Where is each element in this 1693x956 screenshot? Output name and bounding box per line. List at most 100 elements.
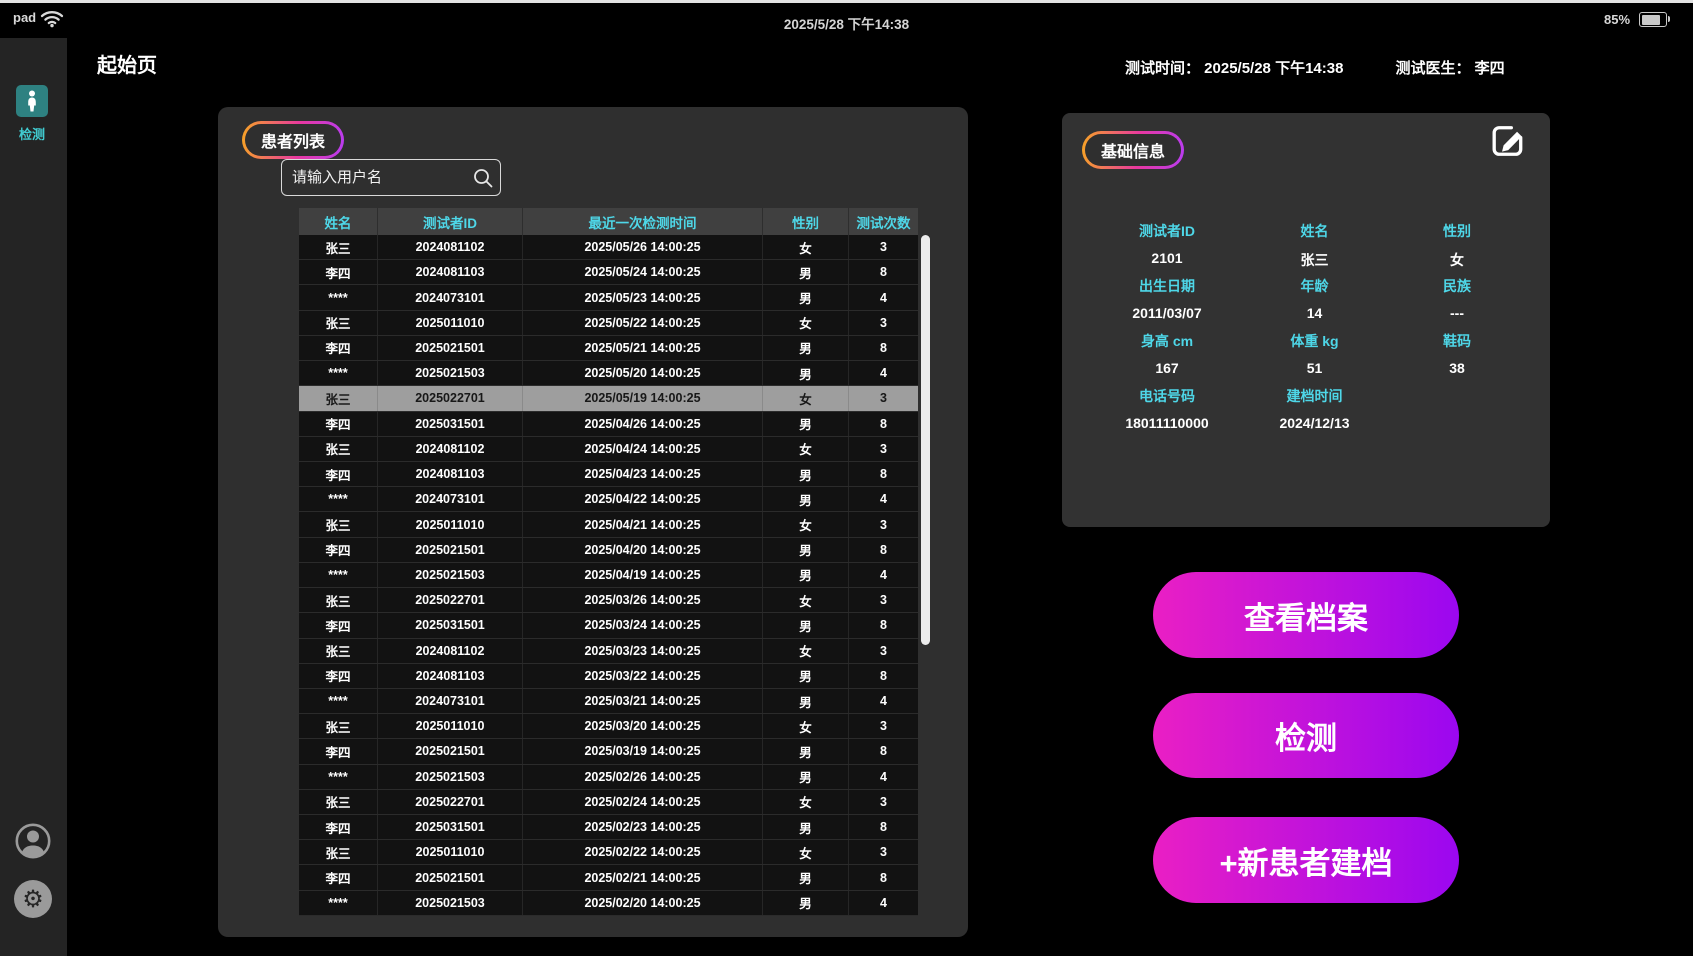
battery-icon xyxy=(1639,12,1667,27)
table-cell: 3 xyxy=(849,437,918,461)
table-cell: **** xyxy=(299,689,378,713)
table-row[interactable]: 李四20250215012025/02/21 14:00:25男8 xyxy=(299,865,918,890)
info-field-label: 姓名 xyxy=(1257,221,1372,241)
table-cell: 4 xyxy=(849,487,918,511)
search-input[interactable] xyxy=(281,159,501,196)
table-row[interactable]: 李四20250315012025/04/26 14:00:25男8 xyxy=(299,412,918,437)
table-row[interactable]: 张三20250110102025/05/22 14:00:25女3 xyxy=(299,311,918,336)
table-cell: 2025/05/20 14:00:25 xyxy=(523,361,763,385)
table-row[interactable]: ****20240731012025/05/23 14:00:25男4 xyxy=(299,285,918,310)
table-cell: 2025022701 xyxy=(378,790,523,814)
info-field-value: 167 xyxy=(1077,360,1257,376)
patient-table-header: 姓名测试者ID最近一次检测时间性别测试次数 xyxy=(299,208,918,235)
table-row[interactable]: 李四20250215012025/03/19 14:00:25男8 xyxy=(299,739,918,764)
table-row[interactable]: 张三20240811022025/05/26 14:00:25女3 xyxy=(299,235,918,260)
table-row[interactable]: 张三20250227012025/03/26 14:00:25女3 xyxy=(299,588,918,613)
table-row[interactable]: ****20250215032025/02/20 14:00:25男4 xyxy=(299,891,918,916)
table-row[interactable]: 张三20250227012025/05/19 14:00:25女3 xyxy=(299,386,918,411)
table-cell: **** xyxy=(299,361,378,385)
info-field-label: 性别 xyxy=(1387,221,1527,241)
table-cell: 3 xyxy=(849,311,918,335)
view-archive-button[interactable]: 查看档案 xyxy=(1153,572,1459,658)
info-row: 出生日期2011/03/07年龄14民族--- xyxy=(1062,276,1550,326)
table-cell: 2025/03/21 14:00:25 xyxy=(523,689,763,713)
info-row: 电话号码18011110000建档时间2024/12/13 xyxy=(1062,386,1550,436)
table-cell: 8 xyxy=(849,462,918,486)
table-cell: 2025021501 xyxy=(378,538,523,562)
table-cell: 张三 xyxy=(299,714,378,738)
table-cell: 3 xyxy=(849,639,918,663)
info-field-value: 38 xyxy=(1387,360,1527,376)
table-cell: 张三 xyxy=(299,311,378,335)
sidebar: 检测 ⚙ xyxy=(0,38,67,956)
info-field-value: 女 xyxy=(1387,250,1527,270)
table-cell: 李四 xyxy=(299,613,378,637)
table-cell: 男 xyxy=(763,462,849,486)
sidebar-item-detect[interactable] xyxy=(16,85,48,117)
info-field: 民族--- xyxy=(1387,276,1527,321)
info-row: 身高 cm167体重 kg51鞋码38 xyxy=(1062,331,1550,381)
table-cell: 2025/03/23 14:00:25 xyxy=(523,639,763,663)
table-cell: 张三 xyxy=(299,512,378,536)
table-scrollbar[interactable] xyxy=(921,235,930,645)
info-field: 出生日期2011/03/07 xyxy=(1077,276,1257,321)
table-cell: 2024081103 xyxy=(378,260,523,284)
search-icon[interactable] xyxy=(472,167,494,189)
edit-icon xyxy=(1487,120,1529,162)
table-row[interactable]: ****20240731012025/03/21 14:00:25男4 xyxy=(299,689,918,714)
table-row[interactable]: 李四20240811032025/05/24 14:00:25男8 xyxy=(299,260,918,285)
user-profile-button[interactable] xyxy=(14,822,52,860)
table-row[interactable]: 李四20250315012025/03/24 14:00:25男8 xyxy=(299,613,918,638)
patient-list-title-pill: 患者列表 xyxy=(242,121,344,159)
table-cell: **** xyxy=(299,285,378,309)
table-row[interactable]: 李四20250315012025/02/23 14:00:25男8 xyxy=(299,815,918,840)
new-patient-button[interactable]: +新患者建档 xyxy=(1153,817,1459,903)
settings-button[interactable]: ⚙ xyxy=(14,880,52,918)
table-cell: 李四 xyxy=(299,865,378,889)
patient-table-body: 张三20240811022025/05/26 14:00:25女3李四20240… xyxy=(299,235,918,916)
table-cell: 女 xyxy=(763,512,849,536)
table-row[interactable]: 张三20250227012025/02/24 14:00:25女3 xyxy=(299,790,918,815)
table-row[interactable]: 张三20250110102025/04/21 14:00:25女3 xyxy=(299,512,918,537)
table-cell: 男 xyxy=(763,739,849,763)
table-cell: 2025011010 xyxy=(378,840,523,864)
table-row[interactable]: ****20250215032025/05/20 14:00:25男4 xyxy=(299,361,918,386)
info-field-value: 51 xyxy=(1257,360,1372,376)
table-row[interactable]: ****20240731012025/04/22 14:00:25男4 xyxy=(299,487,918,512)
table-cell: 2025/02/20 14:00:25 xyxy=(523,891,763,915)
table-cell: 张三 xyxy=(299,840,378,864)
table-cell: 2025/03/26 14:00:25 xyxy=(523,588,763,612)
table-row[interactable]: 张三20240811022025/03/23 14:00:25女3 xyxy=(299,639,918,664)
table-cell: 4 xyxy=(849,361,918,385)
table-cell: 3 xyxy=(849,714,918,738)
basic-info-title: 基础信息 xyxy=(1085,134,1181,166)
table-row[interactable]: 张三20250110102025/02/22 14:00:25女3 xyxy=(299,840,918,865)
table-row[interactable]: 张三20240811022025/04/24 14:00:25女3 xyxy=(299,437,918,462)
detect-button[interactable]: 检测 xyxy=(1153,693,1459,778)
column-header: 性别 xyxy=(763,208,849,235)
table-cell: 李四 xyxy=(299,815,378,839)
table-cell: 2025/03/24 14:00:25 xyxy=(523,613,763,637)
table-cell: 2025/03/20 14:00:25 xyxy=(523,714,763,738)
table-row[interactable]: ****20250215032025/02/26 14:00:25男4 xyxy=(299,765,918,790)
table-row[interactable]: 李四20250215012025/05/21 14:00:25男8 xyxy=(299,336,918,361)
table-cell: 8 xyxy=(849,412,918,436)
table-row[interactable]: 李四20250215012025/04/20 14:00:25男8 xyxy=(299,538,918,563)
table-cell: 2025/04/21 14:00:25 xyxy=(523,512,763,536)
info-field: 测试者ID2101 xyxy=(1077,221,1257,266)
table-cell: 李四 xyxy=(299,412,378,436)
table-cell: 2025021501 xyxy=(378,865,523,889)
table-row[interactable]: 李四20240811032025/03/22 14:00:25男8 xyxy=(299,664,918,689)
table-cell: 女 xyxy=(763,235,849,259)
table-cell: 3 xyxy=(849,840,918,864)
sidebar-item-detect-label: 检测 xyxy=(0,124,64,143)
edit-profile-button[interactable] xyxy=(1486,119,1530,163)
table-row[interactable]: 张三20250110102025/03/20 14:00:25女3 xyxy=(299,714,918,739)
table-row[interactable]: ****20250215032025/04/19 14:00:25男4 xyxy=(299,563,918,588)
table-row[interactable]: 李四20240811032025/04/23 14:00:25男8 xyxy=(299,462,918,487)
info-field-label: 年龄 xyxy=(1257,276,1372,296)
test-session-info: 测试时间： 2025/5/28 下午14:38 测试医生： 李四 xyxy=(1125,57,1505,78)
table-cell: 2025022701 xyxy=(378,386,523,410)
info-field: 建档时间2024/12/13 xyxy=(1257,386,1372,431)
table-cell: 8 xyxy=(849,336,918,360)
